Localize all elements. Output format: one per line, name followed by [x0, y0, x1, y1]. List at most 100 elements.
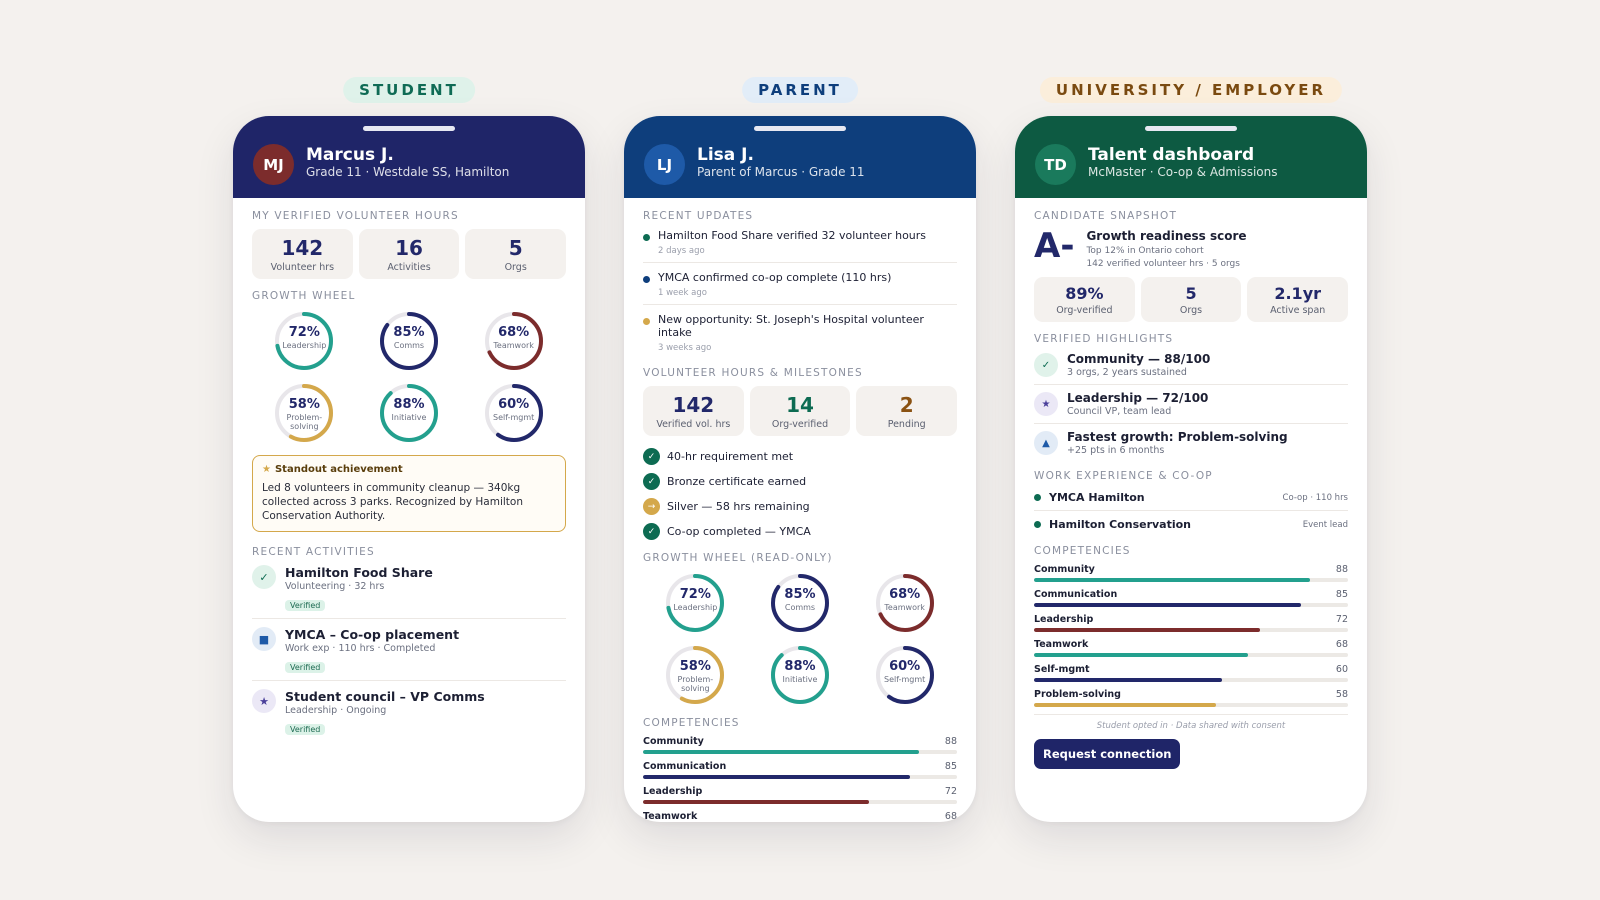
stat-card[interactable]: 89% Org-verified [1034, 277, 1135, 322]
work-meta: Co-op · 110 hrs [1282, 492, 1348, 503]
avatar[interactable]: MJ [253, 144, 294, 185]
stat-label: Orgs [1179, 305, 1203, 316]
status-dot [1034, 521, 1041, 528]
stat-card[interactable]: 14 Org-verified [749, 386, 851, 436]
growth-ring[interactable]: 72% Leadership [663, 571, 727, 635]
growth-ring[interactable]: 68% Teamwork [873, 571, 937, 635]
avatar[interactable]: LJ [644, 144, 685, 185]
grade-sub: Top 12% in Ontario cohort [1086, 246, 1204, 256]
growth-ring[interactable]: 58% Problem-solving [272, 381, 336, 445]
list-item[interactable]: ✓ Hamilton Food Share Volunteering · 32 h… [252, 565, 566, 619]
growth-ring[interactable]: 88% Initiative [768, 643, 832, 707]
phone-notch [363, 126, 455, 131]
list-item[interactable]: ★ Student council – VP Comms Leadership ·… [252, 689, 566, 742]
ring-percent: 72% [288, 325, 320, 340]
stat-card[interactable]: 5 Orgs [1140, 277, 1242, 322]
competency-value: 88 [1335, 564, 1348, 575]
check-icon: ✓ [643, 448, 660, 465]
competency-fill [1034, 653, 1248, 657]
growth-ring[interactable]: 85% Comms [768, 571, 832, 635]
work-name: YMCA Hamilton [1049, 491, 1145, 504]
timestamp: 1 week ago [658, 288, 707, 298]
stat-card[interactable]: 16 Activities [358, 229, 460, 279]
stat-value: 89% [1065, 284, 1104, 303]
parent-phone: LJ Lisa J. Parent of Marcus · Grade 11 R… [624, 116, 976, 822]
stat-card[interactable]: 142 Volunteer hrs [252, 229, 353, 279]
check-icon: ✓ [1034, 353, 1058, 377]
competency-fill [643, 775, 910, 779]
highlight-sub: +25 pts in 6 months [1067, 445, 1165, 456]
section-title: GROWTH WHEEL (READ-ONLY) [643, 552, 833, 564]
profile-subtitle: Parent of Marcus · Grade 11 [697, 165, 865, 179]
role-label-parent: PARENT [742, 77, 858, 103]
competency-fill [1034, 603, 1301, 607]
competency-value: 72 [1335, 614, 1348, 625]
ring-percent: 60% [889, 659, 921, 674]
competency-row: Communication 85 [1034, 589, 1348, 607]
stat-card[interactable]: 142 Verified vol. hrs [643, 386, 744, 436]
status-dot [643, 234, 650, 241]
growth-ring[interactable]: 68% Teamwork [482, 309, 546, 373]
status-dot [1034, 494, 1041, 501]
stat-label: Orgs [504, 262, 527, 273]
competency-track [1034, 653, 1348, 657]
standout-achievement-card[interactable]: ★ Standout achievement Led 8 volunteers i… [252, 455, 566, 532]
growth-ring[interactable]: 88% Initiative [377, 381, 441, 445]
competency-row: Teamwork 68 [1034, 639, 1348, 657]
activity-name: YMCA – Co-op placement [285, 627, 460, 642]
ring-percent: 85% [393, 325, 425, 340]
competency-name: Self-mgmt [1034, 664, 1090, 675]
activities-list: ✓ Hamilton Food Share Volunteering · 32 h… [252, 565, 566, 742]
section-title: GROWTH WHEEL [252, 290, 356, 302]
growth-ring[interactable]: 85% Comms [377, 309, 441, 373]
student-column: STUDENT MJ Marcus J. Grade 11 · Westdale… [233, 0, 585, 900]
stat-card[interactable]: 2.1yr Active span [1247, 277, 1349, 322]
ring-percent: 60% [498, 397, 530, 412]
star-icon: ★ [252, 689, 276, 713]
growth-ring[interactable]: 58% Problem-solving [663, 643, 727, 707]
competency-value: 58 [1335, 689, 1348, 700]
list-item[interactable]: ✓ Community — 88/100 3 orgs, 2 years susta… [1034, 352, 1348, 385]
achievement-body: Led 8 volunteers in community cleanup — … [262, 482, 523, 522]
section-title: VOLUNTEER HOURS & MILESTONES [643, 367, 863, 379]
phone-notch [754, 126, 846, 131]
check-icon: ✓ [252, 565, 276, 589]
section-title: COMPETENCIES [1034, 545, 1131, 557]
list-item[interactable]: New opportunity: St. Joseph's Hospital v… [643, 313, 957, 359]
list-item[interactable]: Hamilton Food Share verified 32 voluntee… [643, 229, 957, 263]
list-item[interactable]: ■ YMCA – Co-op placement Work exp · 110 h… [252, 627, 566, 681]
list-item[interactable]: ▲ Fastest growth: Problem-solving +25 pts … [1034, 430, 1348, 462]
competency-name: Community [643, 736, 704, 747]
status-badge: Verified [285, 662, 326, 673]
highlight-sub: 3 orgs, 2 years sustained [1067, 367, 1187, 378]
list-item[interactable]: YMCA confirmed co-op complete (110 hrs) 1… [643, 271, 957, 305]
growth-ring[interactable]: 60% Self-mgmt [482, 381, 546, 445]
employer-body: CANDIDATE SNAPSHOT A- Growth readiness s… [1015, 198, 1367, 822]
list-item[interactable]: YMCA Hamilton Co-op · 110 hrs [1034, 489, 1348, 511]
avatar[interactable]: TD [1035, 144, 1076, 185]
growth-ring[interactable]: 72% Leadership [272, 309, 336, 373]
request-connection-button[interactable]: Request connection [1034, 739, 1181, 769]
list-item[interactable]: ★ Leadership — 72/100 Council VP, team lea… [1034, 391, 1348, 424]
highlights-list: ✓ Community — 88/100 3 orgs, 2 years susta… [1034, 352, 1348, 462]
status-badge: Verified [285, 600, 326, 611]
stat-card[interactable]: 2 Pending [856, 386, 958, 436]
stat-value: 14 [786, 393, 814, 417]
activity-name: Hamilton Food Share [285, 565, 433, 580]
timestamp: 2 days ago [658, 246, 705, 256]
competency-fill [643, 750, 920, 754]
competency-value: 72 [944, 786, 957, 797]
ring-label: Problem-solving [677, 675, 714, 693]
milestone-text: 40-hr requirement met [667, 450, 794, 463]
growth-ring[interactable]: 60% Self-mgmt [873, 643, 937, 707]
ring-label: Leadership [282, 341, 327, 350]
stat-label: Verified vol. hrs [656, 419, 731, 430]
competency-row: Leadership 72 [1034, 614, 1348, 632]
list-item[interactable]: Hamilton Conservation Event lead [1034, 516, 1348, 537]
competency-value: 68 [1335, 639, 1348, 650]
student-header: MJ Marcus J. Grade 11 · Westdale SS, Ham… [233, 116, 585, 198]
activity-name: Student council – VP Comms [285, 689, 485, 704]
stat-label: Org-verified [771, 419, 829, 430]
stat-card[interactable]: 5 Orgs [465, 229, 567, 279]
work-name: Hamilton Conservation [1049, 518, 1192, 531]
